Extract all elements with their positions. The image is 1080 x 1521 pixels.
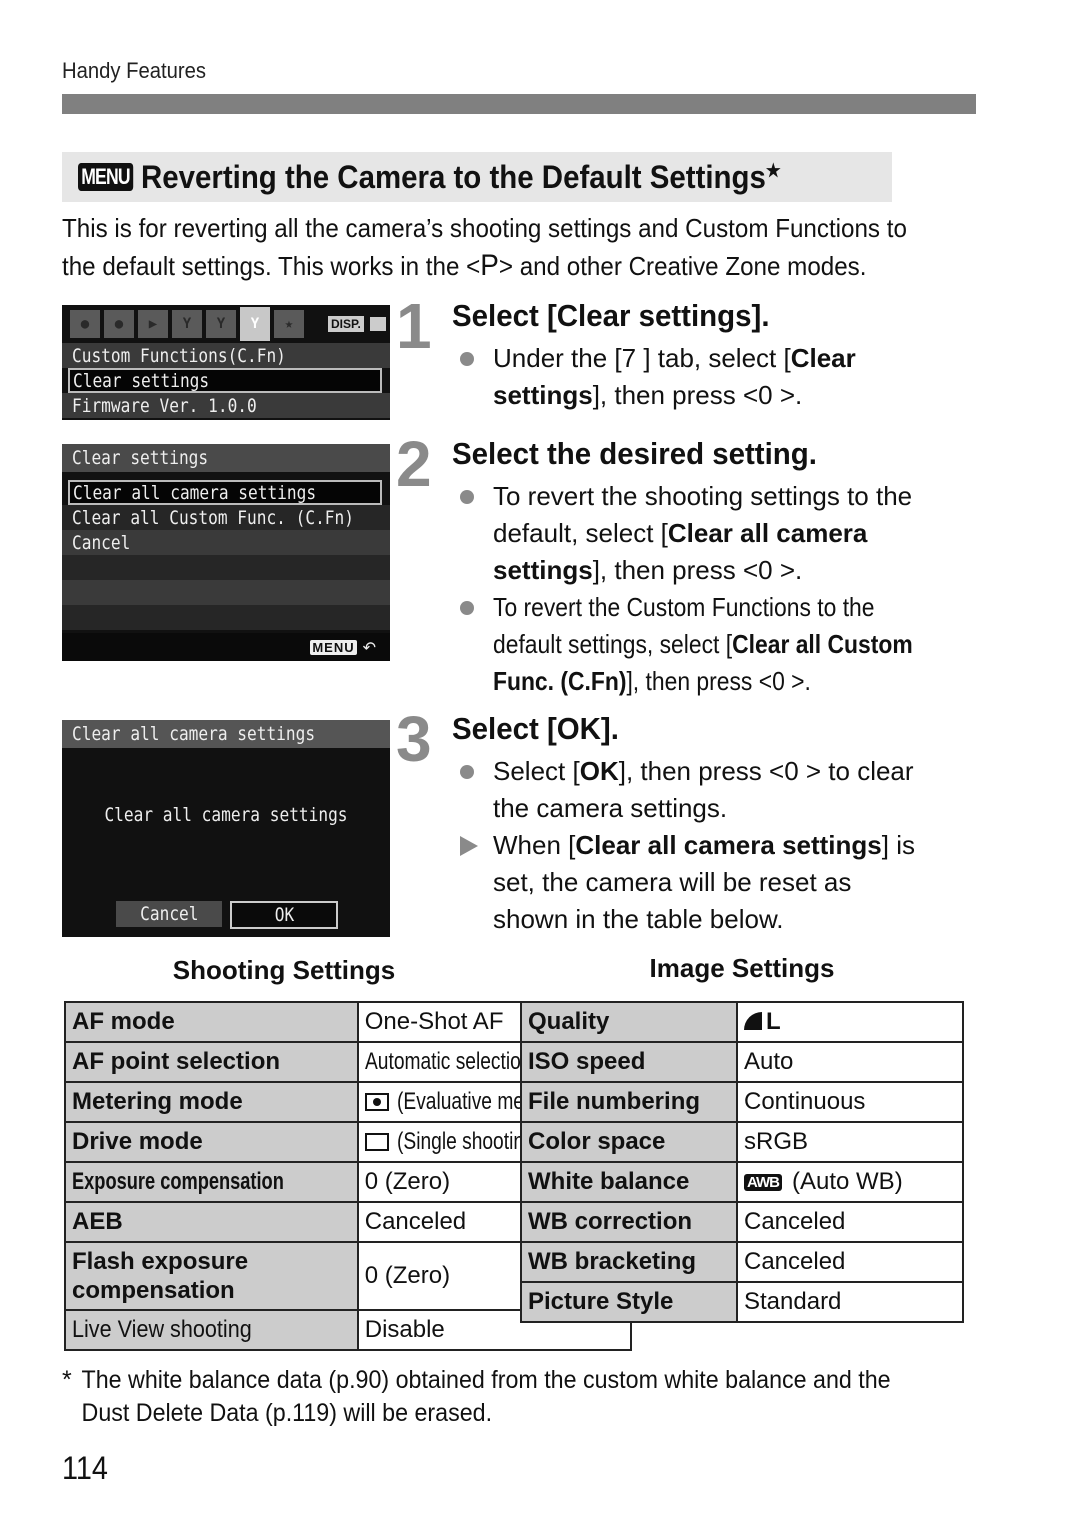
step-instruction: To revert the shooting settings to the d…: [458, 478, 988, 589]
table-row: Color space sRGB: [520, 1121, 964, 1163]
tab-shooting-1-icon[interactable]: ●: [70, 310, 100, 338]
step-title: Select [Clear settings].: [452, 298, 770, 333]
step-instruction: To revert the Custom Functions to the de…: [458, 589, 988, 700]
footnote-line-1: The white balance data (p.90) obtained f…: [81, 1366, 891, 1394]
step-result: When [Clear all camera settings] is set,…: [458, 827, 988, 938]
screen-title: Clear settings: [62, 444, 390, 472]
menu-item-clear-all-camera-settings[interactable]: Clear all camera settings: [68, 480, 382, 505]
menu-item-custom-functions[interactable]: Custom Functions(C.Fn): [62, 343, 390, 368]
header-bar: [62, 94, 976, 114]
fine-quality-icon: [744, 1012, 762, 1030]
footnote: * The white balance data (p.90) obtained…: [62, 1364, 1002, 1430]
empty-row: [62, 555, 390, 580]
image-settings-table: Quality L ISO speed Auto File numbering Con…: [520, 1001, 964, 1323]
menu-item-cancel[interactable]: Cancel: [62, 530, 390, 555]
table-row: Quality L: [520, 1001, 964, 1043]
menu-button-icon: MENU: [310, 639, 357, 655]
camera-screen-clear-settings: Clear settings Clear all camera settings…: [62, 444, 390, 661]
menu-icon: MENU: [78, 163, 134, 191]
table-row: File numbering Continuous: [520, 1081, 964, 1123]
single-shooting-icon: [364, 1133, 389, 1151]
tab-setup-3-icon[interactable]: Y: [240, 307, 270, 341]
disp-button-icon: DISP.: [328, 316, 364, 332]
empty-row: [62, 580, 390, 605]
table-row: WB correction Canceled: [520, 1201, 964, 1243]
page-number: 114: [62, 1450, 108, 1486]
menu-item-clear-all-custom-func[interactable]: Clear all Custom Func. (C.Fn): [62, 505, 390, 530]
page-title: Reverting the Camera to the Default Sett…: [140, 158, 781, 195]
camera-screen-setup-menu: ● ● ▶ Y Y Y ★ DISP. Custom Functions(C.F…: [62, 305, 390, 420]
step-title: Select the desired setting.: [452, 436, 817, 471]
image-settings-title: Image Settings: [649, 953, 835, 983]
menu-tabs: ● ● ▶ Y Y Y ★ DISP.: [62, 305, 390, 343]
bullet-dot-icon: [460, 601, 474, 615]
return-icon: ↶: [362, 637, 376, 657]
tab-setup-1-icon[interactable]: Y: [172, 310, 202, 338]
footnote-line-2: Dust Delete Data (p.119) will be erased.: [81, 1399, 493, 1427]
table-row: ISO speed Auto: [520, 1041, 964, 1083]
cancel-button[interactable]: Cancel: [116, 901, 222, 927]
ok-button[interactable]: OK: [230, 901, 338, 929]
step-instruction: Select [OK], then press <0 > to clear th…: [458, 753, 988, 827]
intro-paragraph: This is for reverting all the camera’s s…: [62, 210, 918, 285]
tab-my-menu-icon[interactable]: ★: [274, 310, 304, 338]
camera-screen-confirm: Clear all camera settings Clear all came…: [62, 720, 390, 937]
table-row: Picture Style Standard: [520, 1281, 964, 1323]
confirm-message: Clear all camera settings: [104, 804, 348, 826]
section-label: Handy Features: [62, 58, 207, 83]
step-number: 2: [396, 428, 432, 500]
menu-item-clear-settings[interactable]: Clear settings: [68, 368, 382, 393]
page-title-box: MENU Reverting the Camera to the Default…: [62, 152, 892, 202]
screen-footer: MENU ↶: [62, 633, 390, 661]
table-row: WB bracketing Canceled: [520, 1241, 964, 1283]
bullet-dot-icon: [460, 490, 474, 504]
empty-row: [62, 605, 390, 630]
auto-white-balance-icon: AWB: [744, 1174, 782, 1191]
step-instruction: Under the [7 ] tab, select [Clear settin…: [458, 340, 988, 414]
bullet-dot-icon: [460, 352, 474, 366]
star-icon: ★: [765, 159, 781, 180]
table-row: White balance AWB (Auto WB): [520, 1161, 964, 1203]
menu-item-firmware[interactable]: Firmware Ver. 1.0.0: [62, 393, 390, 418]
intro-line-2: the default settings. This works in the …: [62, 249, 867, 282]
shooting-settings-title: Shooting Settings: [172, 955, 396, 985]
arrow-right-icon: [460, 836, 478, 856]
tab-playback-icon[interactable]: ▶: [138, 310, 168, 338]
tab-setup-2-icon[interactable]: Y: [206, 310, 236, 338]
grid-icon: [369, 317, 386, 331]
tab-shooting-2-icon[interactable]: ●: [104, 310, 134, 338]
program-mode-icon: P: [480, 249, 499, 282]
intro-line-1: This is for reverting all the camera’s s…: [62, 213, 907, 243]
evaluative-metering-icon: [364, 1093, 389, 1111]
step-number: 3: [396, 703, 432, 775]
step-title: Select [OK].: [452, 711, 619, 746]
bullet-dot-icon: [460, 765, 474, 779]
step-number: 1: [396, 290, 432, 362]
screen-title: Clear all camera settings: [62, 720, 390, 748]
